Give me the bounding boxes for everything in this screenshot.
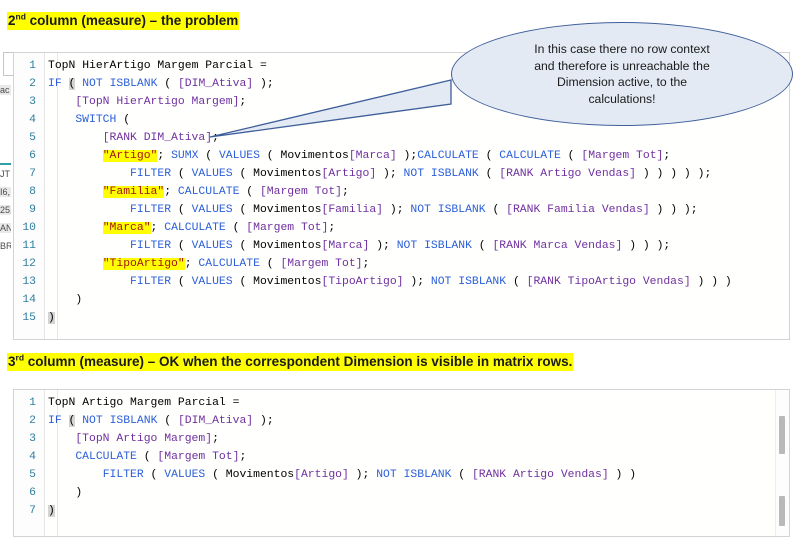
code-line[interactable]: 11 FILTER ( VALUES ( Movimentos[Marca] )… <box>14 237 789 255</box>
code-line[interactable]: 10 "Marca"; CALCULATE ( [Margem Tot]; <box>14 219 789 237</box>
code-line-text: CALCULATE ( [Margem Tot]; <box>75 451 247 463</box>
code-line-number: 7 <box>29 168 36 180</box>
code-line[interactable]: 6 "Artigo"; SUMX ( VALUES ( Movimentos[M… <box>14 147 789 165</box>
heading-third-column-prefix: 3 <box>8 354 16 369</box>
code-line-number: 13 <box>22 276 36 288</box>
heading-second-column-prefix: 2 <box>8 13 16 28</box>
code-line-number: 9 <box>29 204 36 216</box>
code-line-number: 2 <box>29 78 36 90</box>
code-line-text: FILTER ( VALUES ( Movimentos[Familia] );… <box>130 204 698 216</box>
code-line-number: 11 <box>22 240 36 252</box>
code-line-text: FILTER ( VALUES ( Movimentos[TipoArtigo]… <box>130 276 732 288</box>
code-line-number: 2 <box>29 415 36 427</box>
code-line-text: FILTER ( VALUES ( Movimentos[Marca] ); N… <box>130 240 671 252</box>
code-line-text: ) <box>48 312 55 324</box>
code-line[interactable]: 4 CALCULATE ( [Margem Tot]; <box>14 448 789 466</box>
margin-fragment: JT <box>0 169 10 179</box>
code-line-number: 15 <box>22 312 36 324</box>
code-line-number: 1 <box>29 397 36 409</box>
margin-fragment: I6, <box>0 187 11 197</box>
code-line[interactable]: 2 IF ( NOT ISBLANK ( [DIM_Ativa] ); <box>14 412 789 430</box>
code-line-text: [RANK DIM_Ativa]; <box>102 132 219 144</box>
code-line-number: 14 <box>22 294 36 306</box>
code-line-number: 5 <box>29 469 36 481</box>
code-line-text: [TopN HierArtigo Margem]; <box>75 96 247 108</box>
code-line[interactable]: 12 "TipoArtigo"; CALCULATE ( [Margem Tot… <box>14 255 789 273</box>
heading-second-column-text: 2nd column (measure) – the problem <box>7 11 240 30</box>
heading-second-column-rest: column (measure) – the problem <box>25 13 239 28</box>
scrollbar-thumb[interactable] <box>779 496 785 526</box>
code-line-number: 4 <box>29 114 36 126</box>
code-line-number: 4 <box>29 451 36 463</box>
code-line[interactable]: 3 [TopN Artigo Margem]; <box>14 430 789 448</box>
code-line[interactable]: 8 "Familia"; CALCULATE ( [Margem Tot]; <box>14 183 789 201</box>
dax-code-editor-artigo[interactable]: 1 TopN Artigo Margem Parcial = 2 IF ( NOT I… <box>13 389 790 537</box>
margin-fragment: AN <box>0 223 11 233</box>
code-line-text: FILTER ( VALUES ( Movimentos[Artigo] ); … <box>130 168 712 180</box>
code-line[interactable]: 14 ) <box>14 291 789 309</box>
code-line-text: ) <box>75 294 83 306</box>
code-line-number: 6 <box>29 487 36 499</box>
margin-fragment: ac <box>0 85 11 95</box>
code-line[interactable]: 9 FILTER ( VALUES ( Movimentos[Familia] … <box>14 201 789 219</box>
code-lines-artigo: 1 TopN Artigo Margem Parcial = 2 IF ( NOT I… <box>14 394 789 520</box>
code-line-text: ) <box>48 505 55 517</box>
code-line[interactable]: 13 FILTER ( VALUES ( Movimentos[TipoArti… <box>14 273 789 291</box>
margin-fragment: BR <box>0 241 11 251</box>
code-line-text: TopN Artigo Margem Parcial = <box>48 397 240 409</box>
heading-second-column: 2nd column (measure) – the problem <box>7 11 240 30</box>
margin-ghost-rule <box>0 163 11 165</box>
code-line[interactable]: 7) <box>14 502 789 520</box>
scrollbar-thumb[interactable] <box>779 416 785 454</box>
code-line[interactable]: 5 [RANK DIM_Ativa]; <box>14 129 789 147</box>
code-line-text: "TipoArtigo"; CALCULATE ( [Margem Tot]; <box>102 258 370 270</box>
code-line-number: 12 <box>22 258 36 270</box>
code-line-text: ) <box>75 487 83 499</box>
code-line-text: "Familia"; CALCULATE ( [Margem Tot]; <box>102 186 349 198</box>
code-line-text: "Artigo"; SUMX ( VALUES ( Movimentos[Mar… <box>102 150 671 162</box>
code-line-number: 10 <box>22 222 36 234</box>
code-line-text: IF ( NOT ISBLANK ( [DIM_Ativa] ); <box>48 415 274 427</box>
code-line[interactable]: 1 TopN Artigo Margem Parcial = <box>14 394 789 412</box>
code-line-number: 6 <box>29 150 36 162</box>
code-line[interactable]: 15) <box>14 309 789 327</box>
code-line-text: [TopN Artigo Margem]; <box>75 433 219 445</box>
callout-balloon-text: In this case there no row context and th… <box>534 42 710 106</box>
code-line-number: 3 <box>29 433 36 445</box>
heading-third-column: 3rd column (measure) – OK when the corre… <box>7 352 574 371</box>
heading-second-column-sup: nd <box>15 11 26 22</box>
code-line-number: 3 <box>29 96 36 108</box>
code-line-number: 1 <box>29 60 36 72</box>
code-line[interactable]: 7 FILTER ( VALUES ( Movimentos[Artigo] )… <box>14 165 789 183</box>
code-line[interactable]: 6 ) <box>14 484 789 502</box>
code-line-number: 7 <box>29 505 36 517</box>
code-line[interactable]: 5 FILTER ( VALUES ( Movimentos[Artigo] )… <box>14 466 789 484</box>
code-line-text: IF ( NOT ISBLANK ( [DIM_Ativa] ); <box>48 78 274 90</box>
code-line-number: 8 <box>29 186 36 198</box>
heading-third-column-text: 3rd column (measure) – OK when the corre… <box>7 352 574 371</box>
code-line-text: "Marca"; CALCULATE ( [Margem Tot]; <box>102 222 336 234</box>
code-line-text: FILTER ( VALUES ( Movimentos[Artigo] ); … <box>102 469 637 481</box>
code-line-number: 5 <box>29 132 36 144</box>
heading-third-column-sup: rd <box>15 352 25 363</box>
vertical-scrollbar[interactable] <box>775 390 789 536</box>
callout-balloon: In this case there no row context and th… <box>451 22 793 126</box>
margin-ghost-box <box>3 52 13 76</box>
heading-third-column-rest: column (measure) – OK when the correspon… <box>24 354 573 369</box>
code-line-text: TopN HierArtigo Margem Parcial = <box>48 60 267 72</box>
margin-fragment: 25, <box>0 205 11 215</box>
code-line-text: SWITCH ( <box>75 114 131 126</box>
